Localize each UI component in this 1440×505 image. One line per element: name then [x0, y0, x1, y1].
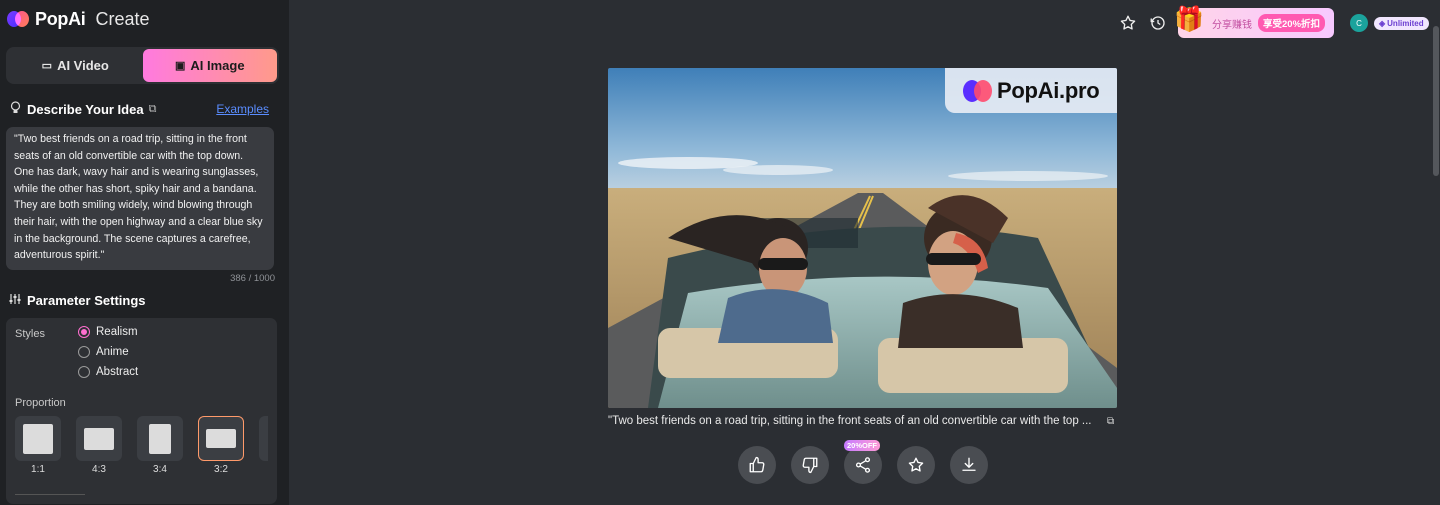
ratio-label: 1:1 [31, 464, 45, 475]
radio-icon [78, 346, 90, 358]
diamond-icon: ◈ [1379, 19, 1386, 28]
style-label: Realism [96, 326, 138, 338]
proportion-label: Proportion [15, 397, 66, 409]
ratio-label: 3:2 [214, 464, 228, 475]
plan-badge[interactable]: ◈ Unlimited [1374, 17, 1429, 30]
ratio-label: 4:3 [92, 464, 106, 475]
ratio-label: 3:4 [153, 464, 167, 475]
styles-label: Styles [15, 328, 45, 340]
sliders-icon [8, 293, 22, 308]
image-icon: ▣ [174, 60, 186, 72]
radio-icon [78, 366, 90, 378]
popai-logo-icon [7, 10, 31, 28]
ai-image-label: AI Image [190, 58, 245, 73]
mode-toggle: ▭ AI Video ▣ AI Image [6, 47, 279, 84]
lightbulb-icon [8, 101, 22, 117]
ratio-more-partial[interactable] [259, 416, 268, 461]
ratio-3-4: 3:4 [137, 416, 183, 475]
promo-text-share: 分享赚钱 [1212, 19, 1252, 31]
thumbs-up-icon [749, 456, 765, 473]
ai-video-tab[interactable]: ▭ AI Video [8, 49, 143, 82]
video-icon: ▭ [41, 60, 53, 72]
dislike-button[interactable] [791, 446, 829, 484]
ratio-4-3: 4:3 [76, 416, 122, 475]
main-area: 🎁 分享赚钱 享受20%折扣 C ◈ Unlimited PopAi.pro "… [289, 0, 1440, 505]
radio-selected-icon [78, 326, 90, 338]
star-icon [908, 457, 924, 472]
gift-icon: 🎁 [1174, 6, 1204, 33]
scrollbar-thumb[interactable] [1433, 26, 1439, 176]
square-ratio-icon [23, 423, 53, 454]
popai-watermark-logo-icon [963, 79, 995, 103]
copy-prompt-icon[interactable]: ⧉ [149, 103, 157, 116]
app-root: PopAi Create ▭ AI Video ▣ AI Image Descr… [0, 0, 1440, 505]
ratio-4-3-button[interactable] [76, 416, 122, 461]
image-caption: "Two best friends on a road trip, sittin… [608, 415, 1092, 427]
avatar[interactable]: C [1350, 14, 1368, 32]
promo-discount-pill: 享受20%折扣 [1258, 14, 1326, 32]
discount-badge: 20%OFF [844, 440, 881, 451]
promo-banner[interactable]: 🎁 分享赚钱 享受20%折扣 [1174, 6, 1334, 38]
parameter-title: Parameter Settings [27, 292, 146, 308]
styles-row: Styles Realism Anime Abstract [15, 326, 268, 378]
describe-title: Describe Your Idea [27, 101, 144, 117]
prompt-textarea[interactable]: "Two best friends on a road trip, sittin… [6, 127, 274, 270]
ratio-1-1: 1:1 [15, 416, 61, 475]
copy-caption-icon[interactable]: ⧉ [1107, 416, 1114, 427]
ratio-1-1-button[interactable] [15, 416, 61, 461]
generated-image[interactable]: PopAi.pro [608, 68, 1117, 408]
watermark: PopAi.pro [945, 68, 1117, 113]
parameter-panel: Styles Realism Anime Abstract Proportion… [6, 318, 277, 504]
download-button[interactable] [950, 446, 988, 484]
ai-video-label: AI Video [57, 58, 109, 73]
styles-radio-group: Realism Anime Abstract [78, 326, 138, 378]
plan-badge-label: Unlimited [1387, 19, 1424, 28]
share-button[interactable]: 20%OFF [844, 440, 882, 484]
download-icon [962, 457, 976, 471]
style-label: Anime [96, 346, 129, 358]
topbar: 🎁 分享赚钱 享受20%折扣 C ◈ Unlimited [1110, 6, 1440, 38]
proportion-options: 1:1 4:3 3:4 3:2 [15, 416, 268, 475]
section-create-title: Create [95, 8, 150, 29]
ratio-3-2-button[interactable] [198, 416, 244, 461]
image-actions: 20%OFF [738, 440, 988, 484]
wide-ratio-icon [206, 429, 236, 448]
ratio-3-4-button[interactable] [137, 416, 183, 461]
star-icon[interactable] [1118, 13, 1138, 33]
thumbs-down-icon [802, 457, 818, 474]
landscape-ratio-icon [84, 427, 114, 450]
ai-image-tab[interactable]: ▣ AI Image [142, 49, 277, 82]
generated-photo [608, 68, 1117, 408]
style-option-abstract[interactable]: Abstract [78, 366, 138, 378]
ratio-3-2: 3:2 [198, 416, 244, 475]
examples-link[interactable]: Examples [216, 102, 269, 116]
logo-row: PopAi Create [6, 0, 279, 38]
share-icon [855, 457, 871, 473]
ratio-underline [15, 494, 85, 495]
watermark-text: PopAi.pro [997, 77, 1100, 103]
favorite-button[interactable] [897, 446, 935, 484]
sidebar: PopAi Create ▭ AI Video ▣ AI Image Descr… [0, 0, 289, 505]
scrollbar[interactable] [1432, 0, 1440, 505]
style-label: Abstract [96, 366, 139, 378]
like-button[interactable] [738, 446, 776, 484]
style-option-realism[interactable]: Realism [78, 326, 138, 338]
char-count: 386 / 1000 [230, 273, 275, 284]
describe-header: Describe Your Idea ⧉ Examples [6, 100, 279, 118]
logo-text: PopAi [35, 8, 86, 29]
portrait-ratio-icon [149, 423, 171, 454]
parameter-header: Parameter Settings [6, 291, 279, 309]
style-option-anime[interactable]: Anime [78, 346, 138, 358]
history-icon[interactable] [1148, 13, 1168, 33]
